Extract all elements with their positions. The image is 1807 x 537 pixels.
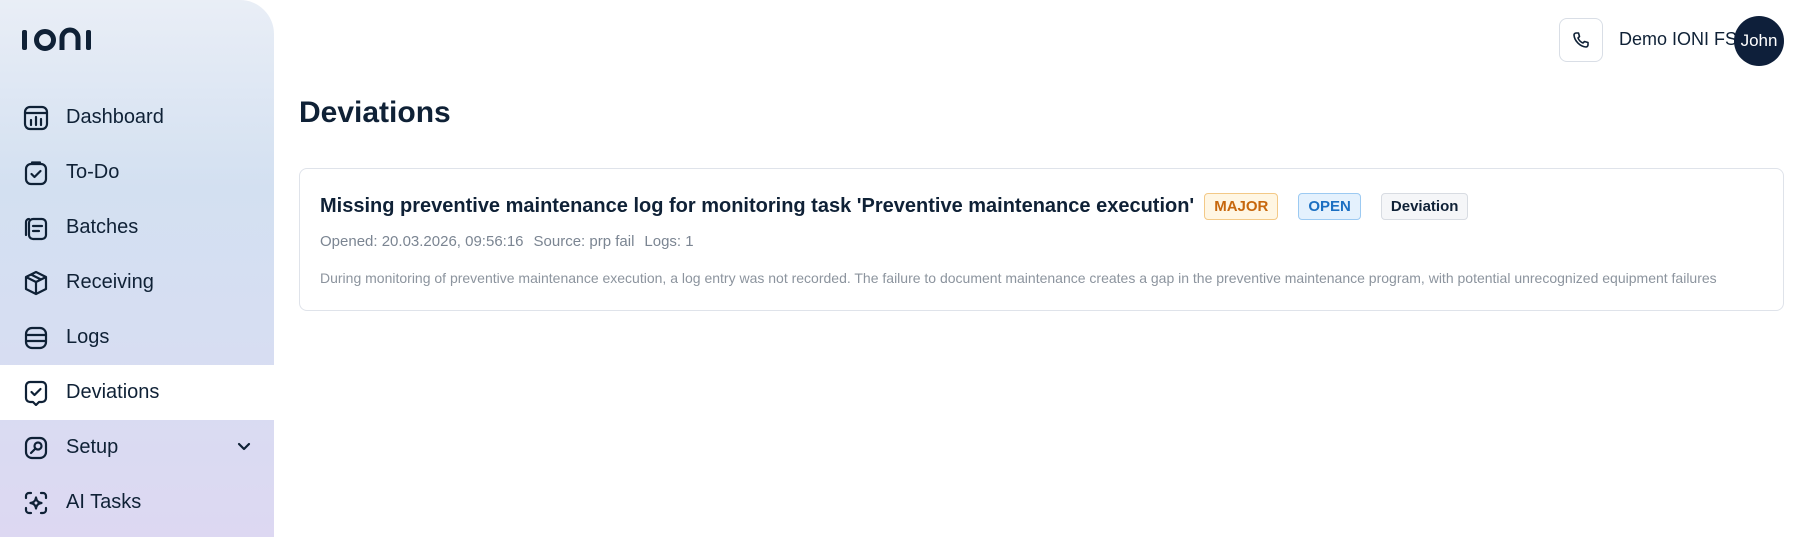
sidebar-item-batches[interactable]: Batches bbox=[0, 200, 274, 255]
source-text: Source: prp fail bbox=[533, 233, 635, 250]
deviation-title-row: Missing preventive maintenance log for m… bbox=[320, 193, 1469, 220]
user-avatar[interactable]: John bbox=[1734, 16, 1784, 66]
organization-name[interactable]: Demo IONI FS bbox=[1619, 29, 1737, 50]
sidebar-item-todo[interactable]: To-Do bbox=[0, 145, 274, 200]
sidebar: Dashboard To-Do Batches Receiving Logs D… bbox=[0, 0, 274, 537]
sidebar-item-label: Receiving bbox=[66, 271, 154, 293]
sidebar-item-dashboard[interactable]: Dashboard bbox=[0, 90, 274, 145]
deviation-title[interactable]: Missing preventive maintenance log for m… bbox=[320, 195, 1194, 218]
logs-count: Logs: 1 bbox=[644, 233, 694, 250]
sidebar-item-setup[interactable]: Setup bbox=[0, 420, 274, 475]
logs-icon bbox=[22, 324, 50, 352]
sidebar-item-receiving[interactable]: Receiving bbox=[0, 255, 274, 310]
type-badge: Deviation bbox=[1380, 193, 1469, 220]
sidebar-item-label: Batches bbox=[66, 216, 139, 238]
sidebar-item-label: Deviations bbox=[66, 381, 160, 403]
sidebar-item-label: AI Tasks bbox=[66, 491, 142, 513]
severity-badge: MAJOR bbox=[1204, 193, 1279, 220]
ioni-logo[interactable] bbox=[22, 26, 104, 54]
setup-icon bbox=[22, 434, 50, 462]
deviation-description: During monitoring of preventive maintena… bbox=[320, 270, 1717, 286]
status-badge: OPEN bbox=[1298, 193, 1361, 220]
sidebar-item-logs[interactable]: Logs bbox=[0, 310, 274, 365]
batches-icon bbox=[22, 214, 50, 242]
phone-icon bbox=[1572, 31, 1590, 49]
opened-date: Opened: 20.03.2026, 09:56:16 bbox=[320, 233, 524, 250]
ai-tasks-icon bbox=[22, 489, 50, 517]
receiving-icon bbox=[22, 269, 50, 297]
chevron-down-icon[interactable] bbox=[236, 438, 252, 454]
sidebar-item-label: Logs bbox=[66, 326, 110, 348]
todo-icon bbox=[22, 159, 50, 187]
deviation-meta: Opened: 20.03.2026, 09:56:16 Source: prp… bbox=[320, 233, 704, 250]
sidebar-item-ai-tasks[interactable]: AI Tasks bbox=[0, 475, 274, 530]
deviation-card[interactable]: Missing preventive maintenance log for m… bbox=[299, 168, 1784, 311]
sidebar-item-label: Dashboard bbox=[66, 106, 164, 128]
dashboard-icon bbox=[22, 104, 50, 132]
sidebar-nav: Dashboard To-Do Batches Receiving Logs D… bbox=[0, 90, 274, 530]
page-title: Deviations bbox=[299, 96, 451, 129]
sidebar-item-label: To-Do bbox=[66, 161, 120, 183]
sidebar-item-label: Setup bbox=[66, 436, 119, 458]
deviations-icon bbox=[22, 379, 50, 407]
phone-button[interactable] bbox=[1559, 18, 1603, 62]
sidebar-item-deviations[interactable]: Deviations bbox=[0, 365, 274, 420]
